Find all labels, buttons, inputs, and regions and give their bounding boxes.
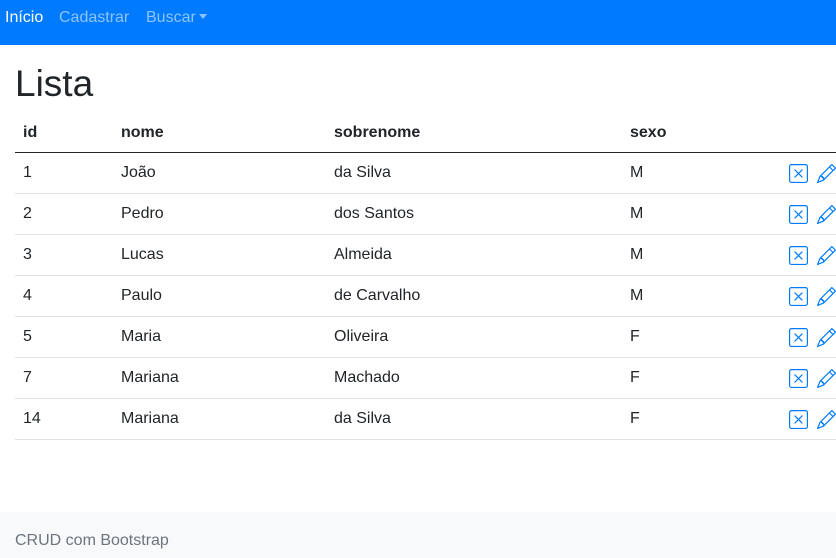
cell-actions <box>752 316 836 358</box>
pencil-icon <box>817 409 836 429</box>
nav-dropdown-buscar[interactable]: Buscar <box>146 9 207 27</box>
cell-actions <box>752 357 836 399</box>
edit-button[interactable] <box>817 409 836 429</box>
cell-sexo: F <box>622 398 752 440</box>
table-row: 3 Lucas Almeida M <box>15 234 836 276</box>
nav-link-cadastrar[interactable]: Cadastrar <box>59 9 129 27</box>
x-square-icon <box>789 368 808 388</box>
footer-text: CRUD com Bootstrap <box>15 532 169 549</box>
cell-id: 1 <box>15 152 113 194</box>
x-square-icon <box>789 163 808 183</box>
column-header-sexo: sexo <box>622 113 752 153</box>
table-row: 7 Mariana Machado F <box>15 357 836 399</box>
edit-button[interactable] <box>817 327 836 347</box>
pencil-icon <box>817 245 836 265</box>
cell-sexo: M <box>622 193 752 235</box>
page-title: Lista <box>15 63 94 104</box>
cell-nome: Pedro <box>113 193 326 235</box>
cell-nome: Maria <box>113 316 326 358</box>
cell-sobrenome: Oliveira <box>326 316 622 358</box>
cell-id: 5 <box>15 316 113 358</box>
column-header-id: id <box>15 113 113 153</box>
cell-id: 2 <box>15 193 113 235</box>
edit-button[interactable] <box>817 368 836 388</box>
cell-id: 4 <box>15 275 113 317</box>
cell-sobrenome: Machado <box>326 357 622 399</box>
cell-sexo: M <box>622 152 752 194</box>
pencil-icon <box>817 368 836 388</box>
table-row: 1 João da Silva M <box>15 152 836 194</box>
delete-button[interactable] <box>789 245 808 265</box>
nav-link-inicio[interactable]: Início <box>5 9 43 27</box>
delete-button[interactable] <box>789 204 808 224</box>
table-body: 1 João da Silva M 2 Pedro dos Santos M 3 Lucas Alm… <box>15 152 836 440</box>
cell-actions <box>752 398 836 440</box>
cell-sobrenome: Almeida <box>326 234 622 276</box>
cell-nome: Lucas <box>113 234 326 276</box>
table-row: 2 Pedro dos Santos M <box>15 193 836 235</box>
x-square-icon <box>789 286 808 306</box>
x-square-icon <box>789 204 808 224</box>
column-header-sobrenome: sobrenome <box>326 113 622 153</box>
footer: CRUD com Bootstrap <box>0 512 836 558</box>
cell-sobrenome: de Carvalho <box>326 275 622 317</box>
cell-nome: Mariana <box>113 357 326 399</box>
cell-nome: Mariana <box>113 398 326 440</box>
people-table: id nome sobrenome sexo 1 João da Silva M 2 Pe… <box>15 113 836 440</box>
cell-sobrenome: da Silva <box>326 398 622 440</box>
delete-button[interactable] <box>789 368 808 388</box>
cell-id: 3 <box>15 234 113 276</box>
cell-sobrenome: da Silva <box>326 152 622 194</box>
edit-button[interactable] <box>817 245 836 265</box>
table-header-row: id nome sobrenome sexo <box>15 113 836 153</box>
cell-nome: João <box>113 152 326 194</box>
table-row: 5 Maria Oliveira F <box>15 316 836 358</box>
cell-sobrenome: dos Santos <box>326 193 622 235</box>
column-header-actions <box>752 113 836 153</box>
delete-button[interactable] <box>789 327 808 347</box>
cell-actions <box>752 275 836 317</box>
pencil-icon <box>817 204 836 224</box>
table-row: 4 Paulo de Carvalho M <box>15 275 836 317</box>
pencil-icon <box>817 327 836 347</box>
x-square-icon <box>789 409 808 429</box>
edit-button[interactable] <box>817 204 836 224</box>
edit-button[interactable] <box>817 286 836 306</box>
cell-sexo: M <box>622 275 752 317</box>
cell-id: 7 <box>15 357 113 399</box>
column-header-nome: nome <box>113 113 326 153</box>
table-row: 14 Mariana da Silva F <box>15 398 836 440</box>
cell-actions <box>752 193 836 235</box>
cell-sexo: F <box>622 357 752 399</box>
people-table-container: id nome sobrenome sexo 1 João da Silva M 2 Pe… <box>15 113 836 440</box>
cell-id: 14 <box>15 398 113 440</box>
x-square-icon <box>789 245 808 265</box>
delete-button[interactable] <box>789 163 808 183</box>
delete-button[interactable] <box>789 409 808 429</box>
edit-button[interactable] <box>817 163 836 183</box>
cell-nome: Paulo <box>113 275 326 317</box>
x-square-icon <box>789 327 808 347</box>
delete-button[interactable] <box>789 286 808 306</box>
nav-dropdown-buscar-label: Buscar <box>146 9 196 26</box>
pencil-icon <box>817 286 836 306</box>
cell-actions <box>752 152 836 194</box>
caret-down-icon <box>198 14 207 19</box>
navbar: Início Cadastrar Buscar <box>0 0 836 45</box>
pencil-icon <box>817 163 836 183</box>
cell-actions <box>752 234 836 276</box>
cell-sexo: F <box>622 316 752 358</box>
cell-sexo: M <box>622 234 752 276</box>
